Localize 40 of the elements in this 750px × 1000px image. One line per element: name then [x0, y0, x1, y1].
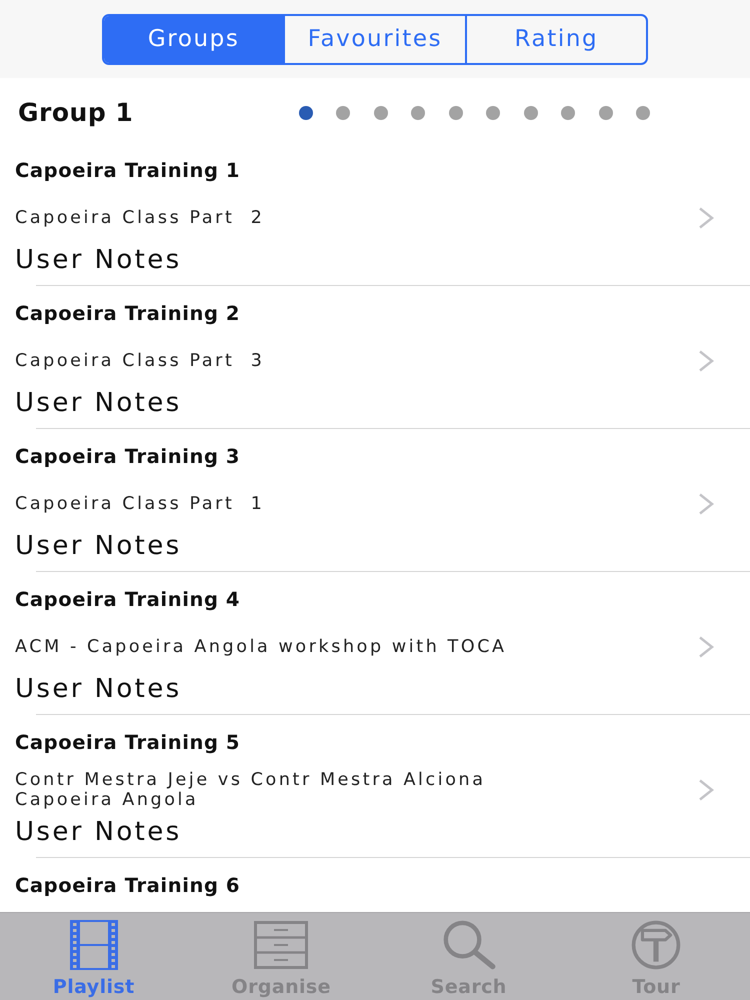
segment-tab[interactable]: Favourites — [283, 16, 465, 62]
chevron-right-icon — [698, 207, 714, 229]
drawers-icon — [254, 920, 308, 970]
chevron-right-icon — [698, 493, 714, 515]
page-dot[interactable] — [448, 106, 462, 120]
search-icon — [440, 920, 497, 970]
page-dot[interactable] — [486, 106, 500, 120]
row-subtitle: Capoeira Class Part 2 — [15, 208, 264, 228]
row-title: Capoeira Training 5 — [14, 730, 242, 756]
page-dot[interactable] — [561, 106, 575, 120]
row-subtitle: Contr Mestra Jeje vs Contr Mestra Alciona Capoeira Angola — [15, 770, 487, 810]
row-title: Capoeira Training 2 — [14, 300, 242, 326]
segment-tab[interactable]: Rating — [464, 16, 646, 62]
page-dot[interactable] — [374, 106, 388, 120]
row-title: Capoeira Training 4 — [14, 586, 242, 612]
page-dot[interactable] — [524, 106, 538, 120]
row-title: Capoeira Training 1 — [14, 158, 242, 184]
page-dot[interactable] — [636, 106, 650, 120]
chevron-right-icon — [698, 350, 714, 372]
page-dot[interactable] — [598, 106, 612, 120]
page-dot[interactable] — [411, 106, 425, 120]
user-notes-label: User Notes — [14, 387, 183, 420]
page-dot[interactable] — [298, 106, 312, 120]
page-dot[interactable] — [336, 106, 350, 120]
group-title: Group 1 — [18, 98, 134, 127]
film-strip-icon — [70, 920, 118, 970]
user-notes-label: User Notes — [14, 816, 183, 849]
user-notes-label: User Notes — [14, 673, 183, 706]
row-subtitle: Capoeira Class Part 1 — [15, 494, 264, 514]
chevron-right-icon — [698, 779, 714, 801]
row-subtitle: ACM - Capoeira Angola workshop with TOCA — [15, 637, 507, 657]
segment-tab[interactable]: Groups — [104, 16, 284, 62]
user-notes-label: User Notes — [14, 530, 183, 563]
row-title: Capoeira Training 6 — [14, 872, 242, 898]
chevron-right-icon — [698, 636, 714, 658]
row-title: Capoeira Training 3 — [14, 444, 242, 470]
row-subtitle: Capoeira Class Part 3 — [15, 351, 264, 371]
tab-bar-item[interactable]: Playlist — [0, 913, 188, 1000]
user-notes-label: User Notes — [14, 244, 183, 277]
signpost-icon — [631, 920, 682, 970]
